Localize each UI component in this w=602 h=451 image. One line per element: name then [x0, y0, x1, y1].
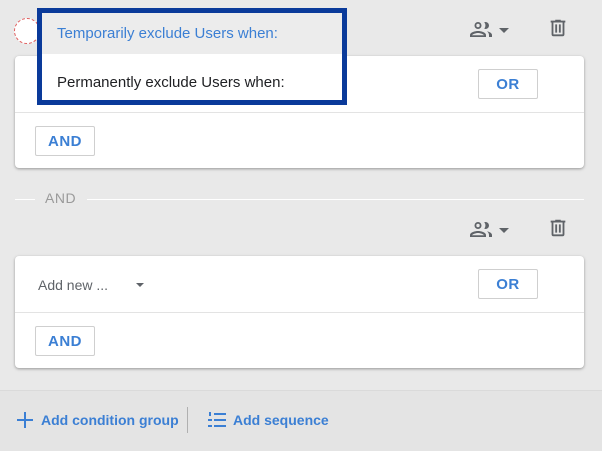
card-divider	[15, 312, 584, 313]
footer-bar: Add condition group Add sequence	[0, 390, 602, 451]
menu-item-label: Permanently exclude Users when:	[57, 74, 285, 91]
user-scope-selector-2[interactable]	[469, 218, 509, 242]
trash-icon	[547, 17, 569, 44]
add-condition-group-button[interactable]: Add condition group	[15, 410, 179, 430]
delete-group-button-2[interactable]	[547, 217, 569, 244]
menu-item-permanently-exclude[interactable]: Permanently exclude Users when:	[42, 62, 342, 103]
menu-item-temporarily-exclude[interactable]: Temporarily exclude Users when:	[42, 13, 342, 54]
plus-icon	[15, 410, 35, 430]
people-icon	[469, 218, 493, 242]
delete-group-button[interactable]	[547, 17, 569, 44]
add-condition-group-label: Add condition group	[41, 412, 179, 428]
add-sequence-button[interactable]: Add sequence	[207, 410, 329, 430]
caret-down-icon	[499, 27, 509, 33]
caret-down-icon	[136, 283, 144, 287]
add-sequence-label: Add sequence	[233, 412, 329, 428]
add-new-placeholder: Add new ...	[38, 277, 109, 293]
or-button[interactable]: OR	[478, 69, 538, 99]
menu-item-label: Temporarily exclude Users when:	[57, 25, 278, 42]
condition-group-2: Add new ... OR AND	[15, 256, 584, 368]
add-new-field-dropdown[interactable]: Add new ...	[38, 275, 148, 295]
group-separator-label: AND	[45, 190, 77, 206]
caret-down-icon	[499, 227, 509, 233]
people-icon	[469, 18, 493, 42]
and-button[interactable]: AND	[35, 326, 95, 356]
card-divider	[15, 112, 584, 113]
separator-line-left	[15, 199, 35, 200]
user-scope-selector[interactable]	[469, 18, 509, 42]
or-button[interactable]: OR	[478, 269, 538, 299]
list-numbered-icon	[207, 410, 227, 430]
footer-divider	[187, 407, 188, 433]
and-button[interactable]: AND	[35, 126, 95, 156]
exclude-users-menu: Temporarily exclude Users when: Permanen…	[37, 8, 347, 105]
separator-line-right	[87, 199, 584, 200]
trash-icon	[547, 217, 569, 244]
